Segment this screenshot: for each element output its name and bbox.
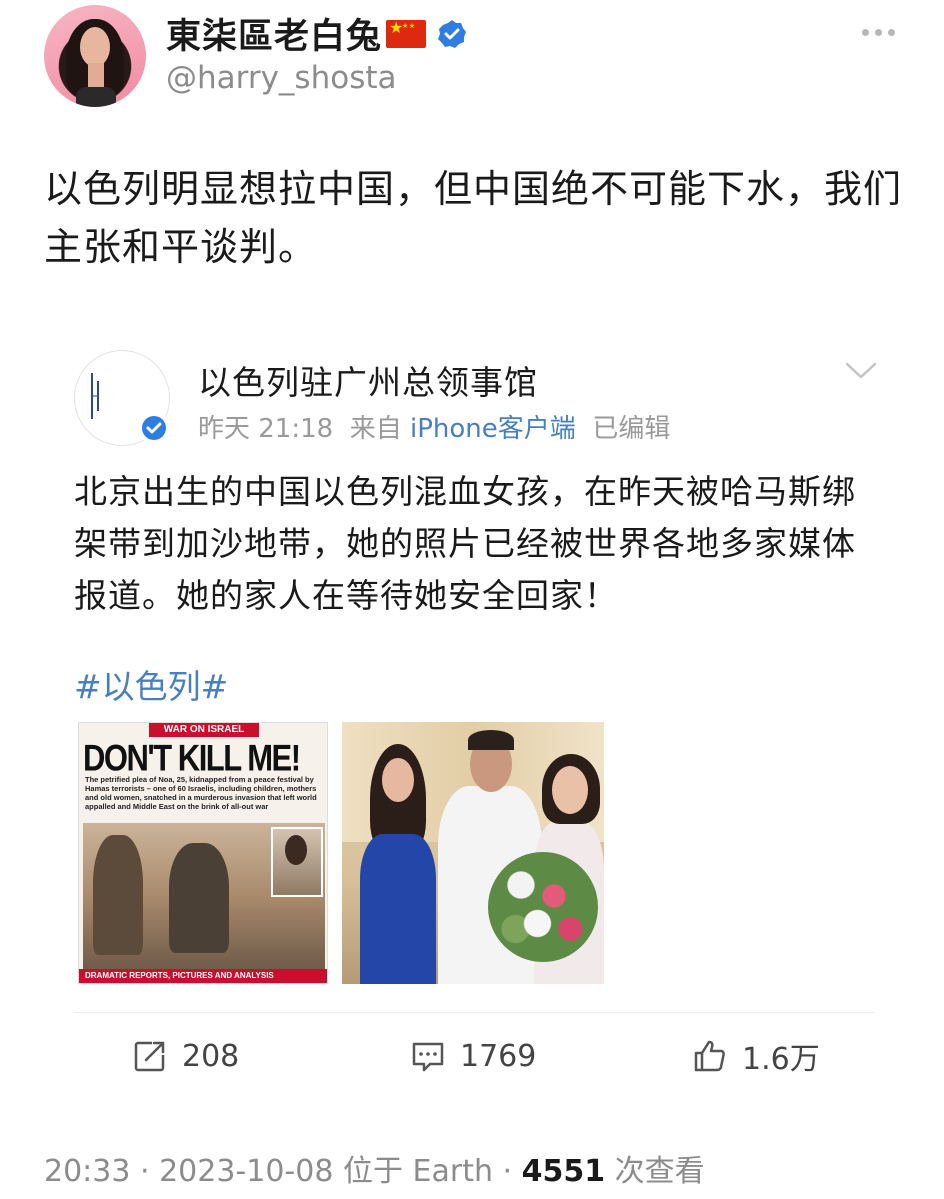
news-clipping-image[interactable]: WAR ON ISRAEL DON'T KILL ME! The petrifi… bbox=[78, 722, 328, 984]
post-footer-meta: 20:33 · 2023-10-08 位于 Earth · 4551 次查看 bbox=[44, 1154, 705, 1189]
like-button[interactable]: 1.6万 bbox=[692, 1036, 820, 1077]
china-flag-icon bbox=[386, 18, 427, 48]
avatar-top bbox=[76, 87, 116, 107]
repost-button[interactable]: 208 bbox=[132, 1036, 239, 1076]
author-avatar[interactable] bbox=[44, 5, 146, 107]
quoted-from-label: 来自 bbox=[349, 414, 402, 444]
comment-icon bbox=[412, 1042, 444, 1072]
author-handle[interactable]: @harry_shosta bbox=[166, 60, 397, 96]
news-banner: WAR ON ISRAEL bbox=[149, 723, 259, 737]
quoted-verified-icon bbox=[138, 412, 170, 444]
family-photo-image[interactable] bbox=[342, 722, 604, 984]
view-count: 4551 bbox=[521, 1154, 606, 1189]
post-location: 位于 Earth bbox=[342, 1154, 493, 1189]
author-name-text[interactable]: 東柒區老白兔 bbox=[166, 8, 382, 59]
comment-count: 1769 bbox=[460, 1038, 537, 1074]
quoted-edited[interactable]: 已编辑 bbox=[592, 414, 670, 444]
hashtag-link[interactable]: #以色列# bbox=[74, 660, 228, 708]
quoted-time: 昨天 21:18 bbox=[198, 414, 334, 444]
divider bbox=[74, 1012, 874, 1013]
news-subtext: The petrified plea of Noa, 25, kidnapped… bbox=[85, 775, 317, 811]
more-options-icon[interactable] bbox=[862, 22, 898, 42]
quoted-author-name[interactable]: 以色列驻广州总领事馆 bbox=[198, 356, 538, 404]
post-text: 以色列明显想拉中国，但中国绝不可能下水，我们主张和平谈判。 bbox=[44, 167, 903, 269]
like-count: 1.6万 bbox=[742, 1042, 820, 1077]
quoted-meta: 昨天 21:18 来自 iPhone客户端 已编辑 bbox=[198, 408, 670, 445]
news-footer: DRAMATIC REPORTS, PICTURES AND ANALYSIS bbox=[79, 969, 327, 983]
comment-button[interactable]: 1769 bbox=[410, 1036, 536, 1076]
repost-count: 208 bbox=[182, 1038, 240, 1074]
flower-bouquet bbox=[488, 852, 598, 962]
verified-badge-icon bbox=[438, 19, 467, 48]
author-display-name[interactable]: 東柒區老白兔 bbox=[166, 8, 468, 59]
post-time: 20:33 bbox=[44, 1154, 131, 1189]
thumbs-up-icon bbox=[694, 1040, 725, 1072]
quoted-client[interactable]: iPhone客户端 bbox=[410, 414, 576, 444]
post-date: 2023-10-08 bbox=[159, 1154, 334, 1189]
chevron-down-icon[interactable] bbox=[844, 360, 878, 382]
consulate-logo-icon bbox=[91, 373, 99, 419]
avatar-face bbox=[80, 27, 110, 67]
news-headline: DON'T KILL ME! bbox=[83, 737, 301, 779]
quoted-text: 北京出生的中国以色列混血女孩，在昨天被哈马斯绑架带到加沙地带，她的照片已经被世界… bbox=[74, 472, 856, 615]
repost-icon bbox=[134, 1041, 165, 1072]
view-label: 次查看 bbox=[614, 1154, 705, 1189]
